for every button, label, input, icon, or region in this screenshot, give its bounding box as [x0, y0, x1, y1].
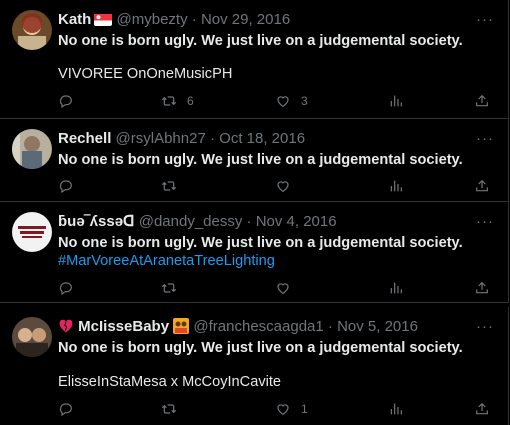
like-count: 3 [301, 94, 308, 108]
more-options-icon[interactable]: ··· [476, 10, 494, 30]
like-icon [277, 96, 289, 108]
share-icon [476, 281, 488, 294]
tweet-text: No one is born ugly. We just live on a j… [58, 235, 463, 251]
tweet-text: No one is born ugly. We just live on a j… [58, 152, 463, 168]
retweet-count: 6 [187, 94, 194, 108]
separator: · [191, 11, 197, 28]
handle[interactable]: @franchescaagda1 [193, 318, 323, 335]
timestamp[interactable]: Nov 4, 2016 [256, 213, 337, 230]
tweet-text: No one is born ugly. We just live on a j… [58, 33, 463, 49]
share-button[interactable] [474, 91, 490, 111]
retweet-button[interactable] [161, 399, 177, 419]
timestamp[interactable]: Nov 29, 2016 [201, 11, 290, 28]
share-button[interactable] [474, 399, 490, 419]
share-icon [476, 402, 488, 415]
like-button[interactable]: 1 [275, 399, 308, 419]
like-icon [277, 404, 289, 416]
tweet-actions [58, 176, 498, 196]
reply-button[interactable] [58, 278, 74, 298]
retweet-icon [161, 96, 177, 106]
like-button[interactable] [275, 176, 291, 196]
handle[interactable]: @mybezty [117, 11, 188, 28]
reply-button[interactable] [58, 399, 74, 419]
reply-icon [59, 403, 72, 417]
tweet-actions: 1 [58, 399, 498, 419]
retweet-button[interactable] [161, 176, 177, 196]
avatar[interactable] [12, 10, 52, 50]
tweet-header: ƃuǝ‾ʎssǝᗡ @dandy_dessy · Nov 4, 2016 [58, 212, 472, 232]
retweet-button[interactable] [161, 278, 177, 298]
like-button[interactable]: 3 [275, 91, 308, 111]
avatar[interactable] [12, 129, 52, 169]
timestamp[interactable]: Nov 5, 2016 [337, 318, 418, 335]
heart-emoji-icon [58, 318, 74, 335]
tweet-text: No one is born ugly. We just live on a j… [58, 340, 463, 356]
views-icon [390, 282, 402, 294]
reply-icon [59, 180, 72, 194]
separator: · [246, 213, 252, 230]
avatar[interactable] [12, 317, 52, 357]
more-options-icon[interactable]: ··· [476, 129, 494, 149]
views-button[interactable] [388, 91, 404, 111]
reply-icon [59, 95, 72, 109]
timestamp[interactable]: Oct 18, 2016 [219, 130, 305, 147]
tweet-feed: Kath @mybezty · Nov 29, 2016 ··· No one … [0, 0, 510, 425]
display-name[interactable]: Rechell [58, 130, 111, 147]
retweet-icon [161, 181, 177, 191]
share-icon [476, 179, 488, 192]
share-icon [476, 94, 488, 107]
retweet-button[interactable]: 6 [161, 91, 194, 111]
like-button[interactable] [275, 278, 291, 298]
tweet-text-line: VIVOREE OnOneMusicPH [58, 66, 233, 82]
handle[interactable]: @rsylAbhn27 [116, 130, 206, 147]
share-button[interactable] [474, 176, 490, 196]
avatar-image [12, 129, 52, 169]
like-icon [277, 181, 289, 193]
more-options-icon[interactable]: ··· [476, 317, 494, 337]
tweet-actions [58, 278, 498, 298]
avatar-image [12, 317, 52, 357]
tweet-text-line: ElisseInStaMesa x McCoyInCavite [58, 374, 282, 390]
tweet-header: McIisseBaby @franchescaagda1 · Nov 5, 20… [58, 317, 472, 337]
tweet-actions: 6 3 [58, 91, 498, 111]
more-options-icon[interactable]: ··· [476, 212, 494, 232]
tweet-2[interactable]: Rechell @rsylAbhn27 · Oct 18, 2016 ··· N… [0, 119, 509, 202]
separator: · [327, 318, 333, 335]
tweet-header: Kath @mybezty · Nov 29, 2016 [58, 10, 472, 30]
views-icon [390, 403, 402, 415]
singapore-flag-icon [94, 13, 113, 26]
avatar-image [12, 10, 52, 50]
display-name[interactable]: McIisseBaby [78, 318, 169, 335]
views-icon [390, 95, 402, 107]
views-button[interactable] [388, 399, 404, 419]
retweet-icon [161, 283, 177, 293]
separator: · [209, 130, 215, 147]
avatar[interactable] [12, 212, 52, 252]
couple-emoji-icon [173, 318, 190, 335]
retweet-icon [161, 404, 177, 414]
tweet-header: Rechell @rsylAbhn27 · Oct 18, 2016 [58, 129, 472, 149]
views-icon [390, 180, 402, 192]
display-name[interactable]: Kath [58, 11, 91, 28]
avatar-image [12, 212, 52, 252]
reply-icon [59, 282, 72, 296]
tweet-4[interactable]: McIisseBaby @franchescaagda1 · Nov 5, 20… [0, 307, 509, 425]
like-icon [277, 283, 289, 295]
hashtag-link[interactable]: #MarVoreeAtAranetaTreeLighting [58, 251, 488, 271]
handle[interactable]: @dandy_dessy [139, 213, 243, 230]
display-name[interactable]: ƃuǝ‾ʎssǝᗡ [58, 213, 135, 230]
share-button[interactable] [474, 278, 490, 298]
views-button[interactable] [388, 176, 404, 196]
views-button[interactable] [388, 278, 404, 298]
tweet-1[interactable]: Kath @mybezty · Nov 29, 2016 ··· No one … [0, 0, 509, 119]
reply-button[interactable] [58, 176, 74, 196]
tweet-3[interactable]: ƃuǝ‾ʎssǝᗡ @dandy_dessy · Nov 4, 2016 ···… [0, 202, 509, 303]
like-count: 1 [301, 402, 308, 416]
reply-button[interactable] [58, 91, 74, 111]
